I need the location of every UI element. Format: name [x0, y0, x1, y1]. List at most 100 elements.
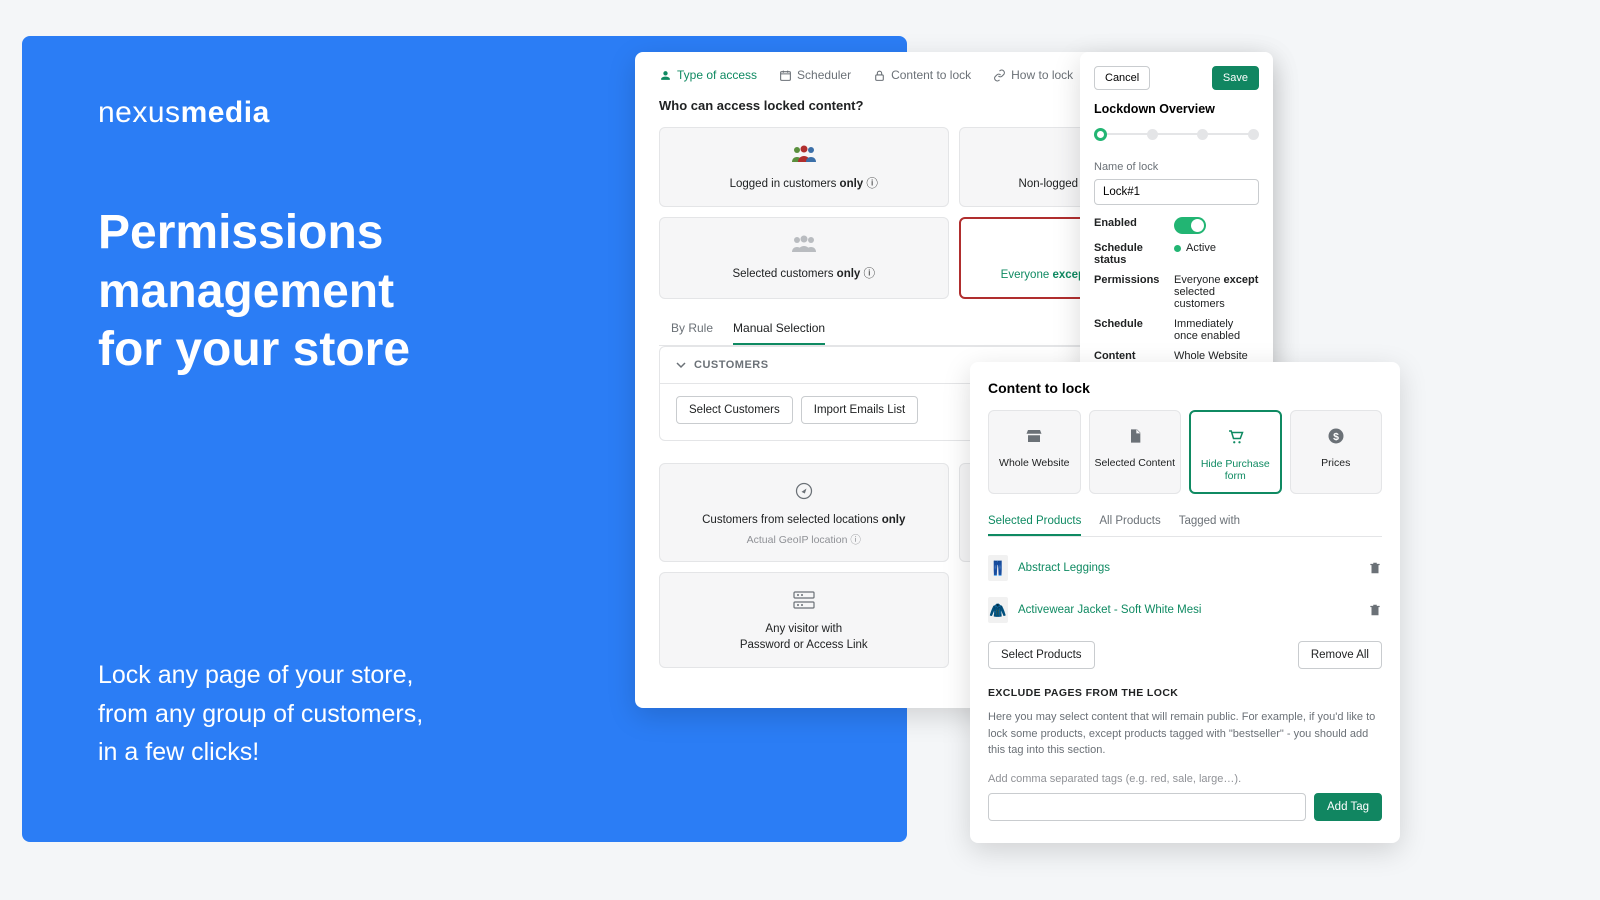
k: Enabled	[1094, 217, 1174, 234]
subheadline: Lock any page of your store, from any gr…	[98, 656, 423, 772]
step-2	[1147, 129, 1158, 140]
content-cards: Whole Website Selected Content Hide Purc…	[988, 410, 1382, 494]
people-icon	[670, 142, 938, 168]
enabled-toggle[interactable]	[1174, 217, 1206, 234]
compass-icon	[670, 478, 938, 504]
import-emails-button[interactable]: Import Emails List	[801, 396, 918, 424]
v: Immediately once enabled	[1174, 318, 1259, 342]
step-1	[1094, 128, 1107, 141]
product-row: 👖 Abstract Leggings	[988, 547, 1382, 589]
exclude-title: EXCLUDE PAGES FROM THE LOCK	[988, 687, 1382, 699]
ccard-hide-purchase[interactable]: Hide Purchase form	[1189, 410, 1282, 494]
subtab-by-rule[interactable]: By Rule	[671, 313, 713, 345]
person-icon	[659, 69, 672, 82]
overview-title: Lockdown Overview	[1094, 102, 1259, 116]
row-permissions: Permissions Everyone except selected cus…	[1094, 274, 1259, 310]
sub-l3: in a few clicks!	[98, 733, 423, 772]
k: Schedule status	[1094, 242, 1174, 266]
ccard-label: Prices	[1295, 457, 1378, 469]
card-logged-in[interactable]: Logged in customers only ⓘ	[659, 127, 949, 207]
ctab-selected-products[interactable]: Selected Products	[988, 508, 1081, 536]
trash-icon[interactable]	[1368, 561, 1382, 575]
lock-icon	[873, 69, 886, 82]
add-tag-button[interactable]: Add Tag	[1314, 793, 1382, 821]
ctab-all-products[interactable]: All Products	[1099, 508, 1160, 536]
save-button[interactable]: Save	[1212, 66, 1259, 90]
v: Whole Website	[1174, 350, 1259, 362]
card-any-visitor[interactable]: Any visitor with Password or Access Link	[659, 572, 949, 668]
tab-label: How to lock	[1011, 68, 1073, 82]
remove-all-button[interactable]: Remove All	[1298, 641, 1382, 669]
overview-actions: Cancel Save	[1094, 66, 1259, 90]
tab-label: Type of access	[677, 68, 757, 82]
progress-stepper	[1094, 128, 1259, 141]
name-label: Name of lock	[1094, 161, 1259, 173]
accordion-label: CUSTOMERS	[694, 359, 769, 371]
ccard-label: Selected Content	[1094, 457, 1177, 469]
people-icon-grey	[670, 232, 938, 258]
tab-content-to-lock[interactable]: Content to lock	[873, 68, 971, 82]
link-icon	[993, 69, 1006, 82]
tab-scheduler[interactable]: Scheduler	[779, 68, 851, 82]
store-icon	[993, 423, 1076, 449]
sub-l2: from any group of customers,	[98, 695, 423, 734]
tab-label: Content to lock	[891, 68, 971, 82]
svg-text:$: $	[1333, 431, 1339, 443]
sub-l1: Lock any page of your store,	[98, 656, 423, 695]
brand-light: nexus	[98, 96, 181, 129]
tag-row: Add Tag	[988, 793, 1382, 821]
step-4	[1248, 129, 1259, 140]
tab-label: Scheduler	[797, 68, 851, 82]
k: Permissions	[1094, 274, 1174, 310]
name-input[interactable]	[1094, 179, 1259, 205]
exclude-desc: Here you may select content that will re…	[988, 709, 1382, 759]
row-schedule: Schedule Immediately once enabled	[1094, 318, 1259, 342]
card-selected-customers[interactable]: Selected customers only ⓘ	[659, 217, 949, 299]
card-sub: Actual GeoIP location ⓘ	[670, 532, 938, 547]
card-label-l1: Any visitor with	[670, 621, 938, 637]
step-3	[1197, 129, 1208, 140]
select-customers-button[interactable]: Select Customers	[676, 396, 793, 424]
product-name[interactable]: Abstract Leggings	[1018, 562, 1358, 574]
password-icon	[670, 587, 938, 613]
row-enabled: Enabled	[1094, 217, 1259, 234]
ccard-whole-website[interactable]: Whole Website	[988, 410, 1081, 494]
product-thumb: 👖	[988, 555, 1008, 581]
content-title: Content to lock	[988, 380, 1382, 396]
card-label: Customers from selected locations only	[670, 512, 938, 528]
tab-type-of-access[interactable]: Type of access	[659, 68, 757, 82]
product-row: 🧥 Activewear Jacket - Soft White Mesi	[988, 589, 1382, 631]
cart-icon	[1195, 424, 1276, 450]
product-tabs: Selected Products All Products Tagged wi…	[988, 508, 1382, 537]
ccard-label: Whole Website	[993, 457, 1076, 469]
card-label: Selected customers only ⓘ	[670, 266, 938, 282]
ctab-tagged-with[interactable]: Tagged with	[1179, 508, 1240, 536]
chevron-down-icon	[676, 360, 686, 370]
k: Schedule	[1094, 318, 1174, 342]
ccard-prices[interactable]: $ Prices	[1290, 410, 1383, 494]
active-dot-icon	[1174, 245, 1181, 252]
k: Content	[1094, 350, 1174, 362]
subtab-manual[interactable]: Manual Selection	[733, 313, 825, 345]
trash-icon[interactable]	[1368, 603, 1382, 617]
select-products-button[interactable]: Select Products	[988, 641, 1095, 669]
card-from-locations[interactable]: Customers from selected locations only A…	[659, 463, 949, 562]
tab-how-to-lock[interactable]: How to lock	[993, 68, 1073, 82]
card-label-l2: Password or Access Link	[670, 637, 938, 653]
product-actions: Select Products Remove All	[988, 641, 1382, 669]
brand-bold: media	[181, 96, 270, 129]
product-name[interactable]: Activewear Jacket - Soft White Mesi	[1018, 604, 1358, 616]
v: Active	[1174, 242, 1259, 266]
cancel-button[interactable]: Cancel	[1094, 66, 1150, 90]
exclude-hint: Add comma separated tags (e.g. red, sale…	[988, 773, 1382, 785]
v: Everyone except selected customers	[1174, 274, 1259, 310]
row-schedule-status: Schedule status Active	[1094, 242, 1259, 266]
card-label: Logged in customers only ⓘ	[670, 176, 938, 192]
ccard-selected-content[interactable]: Selected Content	[1089, 410, 1182, 494]
ccard-label: Hide Purchase form	[1195, 458, 1276, 482]
tag-input[interactable]	[988, 793, 1306, 821]
file-icon	[1094, 423, 1177, 449]
row-content: Content Whole Website	[1094, 350, 1259, 362]
content-panel: Content to lock Whole Website Selected C…	[970, 362, 1400, 843]
calendar-icon	[779, 69, 792, 82]
